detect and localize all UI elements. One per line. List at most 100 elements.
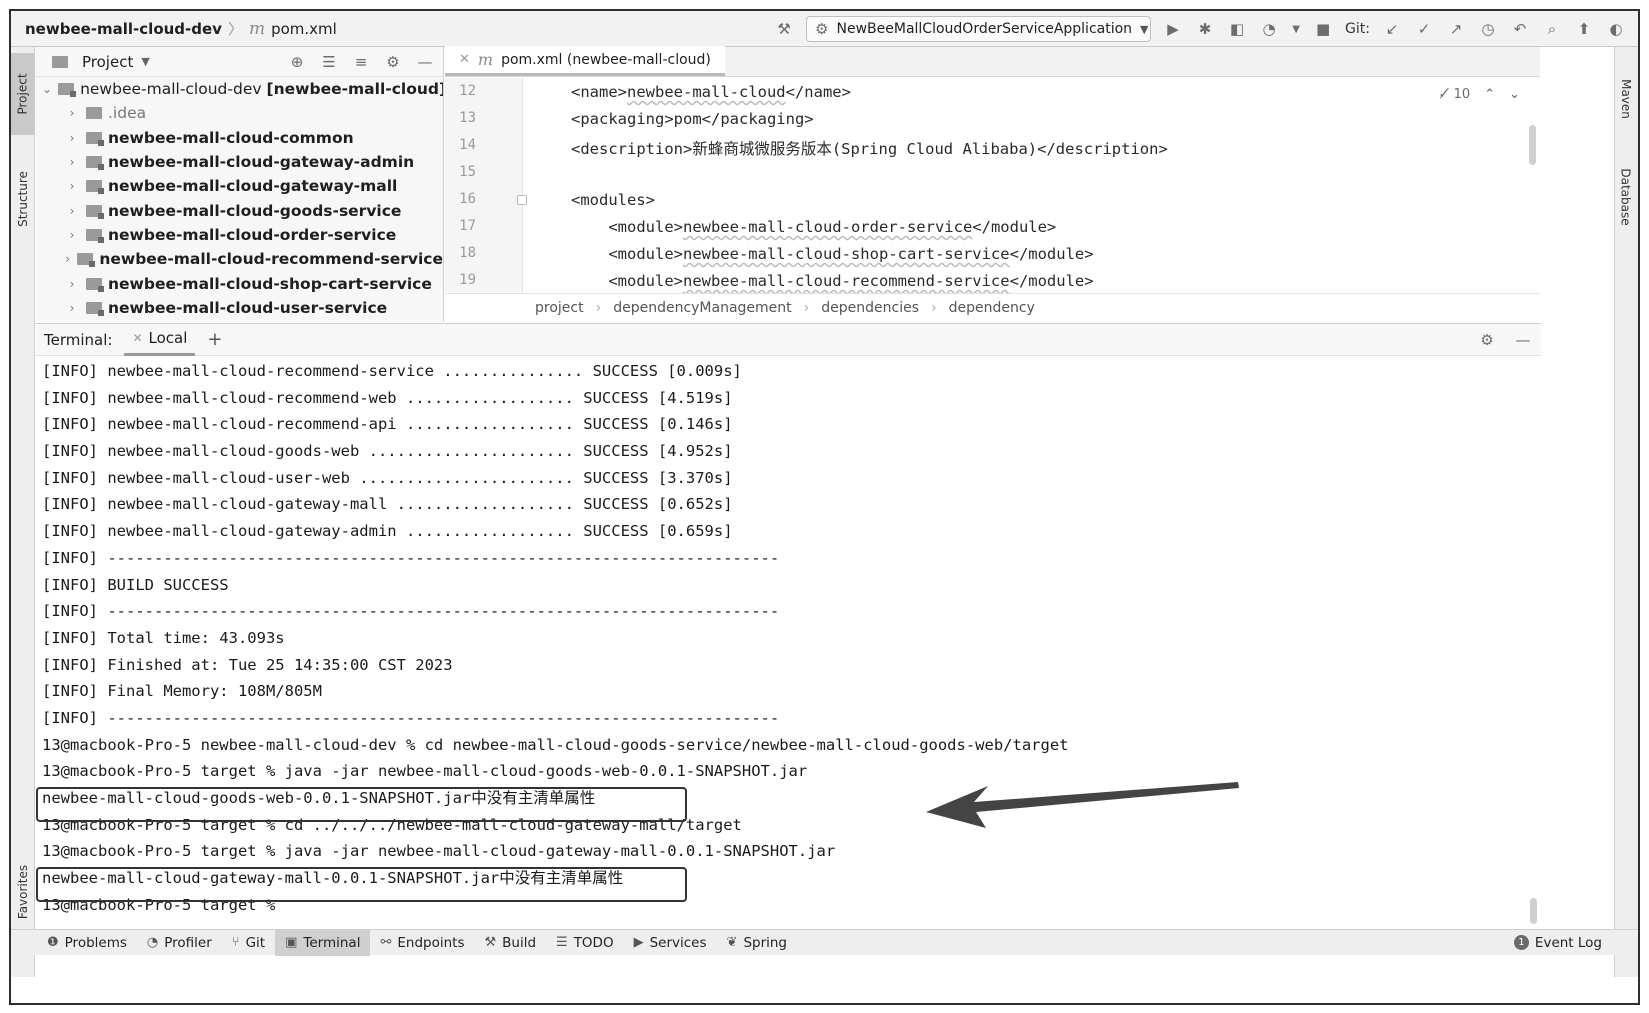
tool-problems[interactable]: ❶ Problems <box>37 930 137 956</box>
tree-root-label: newbee-mall-cloud-dev <box>80 80 262 99</box>
minimize-icon[interactable]: — <box>415 52 435 72</box>
breadcrumb-project[interactable]: newbee-mall-cloud-dev <box>25 20 222 38</box>
tool-git[interactable]: ⑂ Git <box>222 930 275 956</box>
tree-item[interactable]: › newbee-mall-cloud-goods-service <box>36 198 443 222</box>
tool-todo[interactable]: ☰ TODO <box>546 930 624 956</box>
profile-icon[interactable]: ◔ <box>1259 19 1279 39</box>
code-line: <modules> <box>571 191 655 209</box>
tool-profiler[interactable]: ◔ Profiler <box>137 930 222 956</box>
chevron-right-icon[interactable]: › <box>64 106 80 120</box>
project-panel: Project ▼ ⊕ ☰ ≡ ⚙ — ⌄ newbee-mall-cloud-… <box>36 47 444 322</box>
editor-breadcrumbs: project › dependencyManagement › depende… <box>445 293 1540 321</box>
tree-root[interactable]: ⌄ newbee-mall-cloud-dev [newbee-mall-clo… <box>36 77 443 101</box>
tool-window-structure[interactable]: Structure <box>11 149 35 249</box>
tool-terminal[interactable]: ▣ Terminal <box>275 929 371 956</box>
code-line: <packaging>pom</packaging> <box>571 110 814 128</box>
tree-item[interactable]: › newbee-mall-cloud-common <box>36 126 443 150</box>
collapse-all-icon[interactable]: ≡ <box>351 52 371 72</box>
tool-window-database[interactable]: Database <box>1614 147 1638 247</box>
gear-icon[interactable]: ⚙ <box>383 52 403 72</box>
chevron-right-icon[interactable]: › <box>64 228 80 242</box>
chevron-down-icon[interactable]: ▼ <box>141 55 149 68</box>
git-rollback-icon[interactable]: ↶ <box>1510 19 1530 39</box>
build-hammer-icon[interactable]: ⚒ <box>774 19 794 39</box>
project-panel-title[interactable]: Project <box>82 53 133 71</box>
tree-item[interactable]: › newbee-mall-cloud-shop-cart-service <box>36 271 443 295</box>
breadcrumb-file[interactable]: pom.xml <box>271 20 337 38</box>
close-icon[interactable]: ✕ <box>132 331 142 345</box>
git-update-icon[interactable]: ↙ <box>1382 19 1402 39</box>
ide-logo-icon[interactable]: ◐ <box>1606 19 1626 39</box>
tree-item-idea[interactable]: › .idea <box>36 101 443 125</box>
tool-services[interactable]: ▶ Services <box>624 930 717 956</box>
tool-event-log[interactable]: 1 Event Log <box>1504 930 1612 956</box>
search-icon[interactable]: ⌕ <box>1542 19 1562 39</box>
terminal-output[interactable]: [INFO] newbee-mall-cloud-recommend-servi… <box>42 358 1541 918</box>
tree-item[interactable]: › newbee-mall-cloud-user-service <box>36 296 443 320</box>
locate-icon[interactable]: ⊕ <box>287 52 307 72</box>
stop-icon[interactable]: ■ <box>1313 19 1333 39</box>
chevron-up-icon[interactable]: ⌃ <box>1484 87 1495 102</box>
tool-build[interactable]: ⚒ Build <box>474 930 546 956</box>
inspection-widget[interactable]: ✓̸ 10 ⌃ ⌄ <box>1439 87 1520 102</box>
run-configuration-select[interactable]: ⚙ NewBeeMallCloudOrderServiceApplication… <box>806 16 1152 42</box>
minimize-icon[interactable]: — <box>1513 330 1533 350</box>
highlight-box <box>36 787 687 822</box>
chevron-right-icon[interactable]: › <box>64 131 80 145</box>
tool-window-project[interactable]: Project <box>11 53 35 135</box>
code-tag: <module> <box>571 245 683 263</box>
fold-icon[interactable] <box>517 195 527 205</box>
code-tag: <name> <box>571 83 627 101</box>
editor-tab-pom[interactable]: ✕ m pom.xml (newbee-mall-cloud) <box>445 46 725 76</box>
breadcrumb: newbee-mall-cloud-dev 〉 m pom.xml <box>11 18 337 39</box>
left-tool-strip: Project Structure Favorites <box>11 47 35 977</box>
chevron-right-icon[interactable]: › <box>64 204 80 218</box>
editor-scrollbar[interactable] <box>1529 125 1536 165</box>
add-icon[interactable]: + <box>207 329 222 350</box>
terminal-tab-local[interactable]: ✕ Local <box>124 324 196 356</box>
tool-label: Build <box>502 934 537 951</box>
tool-spring[interactable]: ❦ Spring <box>717 930 797 956</box>
breadcrumb-item[interactable]: dependencyManagement <box>613 300 791 316</box>
app-config-icon: ⚙ <box>815 20 829 38</box>
tool-endpoints[interactable]: ⚯ Endpoints <box>370 930 474 956</box>
tool-window-favorites[interactable]: Favorites <box>11 842 35 942</box>
tool-window-maven[interactable]: Maven <box>1614 59 1638 139</box>
chevron-down-icon[interactable]: ⌄ <box>42 82 52 96</box>
chevron-right-icon[interactable]: › <box>64 301 80 315</box>
tree-item[interactable]: › newbee-mall-cloud-gateway-mall <box>36 174 443 198</box>
editor-tab-label: pom.xml (newbee-mall-cloud) <box>501 51 711 68</box>
code-tag: <packaging> <box>571 110 674 128</box>
git-commit-icon[interactable]: ✓ <box>1414 19 1434 39</box>
tree-item[interactable]: › newbee-mall-cloud-gateway-admin <box>36 150 443 174</box>
chevron-down-icon[interactable]: ⌄ <box>1509 87 1520 102</box>
chevron-right-icon[interactable]: › <box>64 179 80 193</box>
close-icon[interactable]: ✕ <box>459 52 470 67</box>
maven-file-icon: m <box>477 50 494 69</box>
chevron-right-icon[interactable]: › <box>64 155 80 169</box>
breadcrumb-item[interactable]: dependencies <box>821 300 919 316</box>
inspection-count: 10 <box>1453 87 1471 102</box>
folder-icon <box>86 107 102 120</box>
coverage-icon[interactable]: ◧ <box>1227 19 1247 39</box>
tree-item[interactable]: › newbee-mall-cloud-recommend-service <box>36 247 443 271</box>
run-icon[interactable]: ▶ <box>1163 19 1183 39</box>
debug-icon[interactable]: ✱ <box>1195 19 1215 39</box>
module-folder-icon <box>86 156 104 171</box>
module-folder-icon <box>86 204 104 219</box>
tool-label: Profiler <box>164 934 212 951</box>
breadcrumb-item[interactable]: project <box>535 300 584 316</box>
more-run-options-icon[interactable]: ▼ <box>1291 19 1301 39</box>
chevron-right-icon[interactable]: › <box>64 252 71 266</box>
update-icon[interactable]: ⬆ <box>1574 19 1594 39</box>
code-value: pom <box>673 110 702 128</box>
chevron-right-icon[interactable]: › <box>64 277 80 291</box>
git-history-icon[interactable]: ◷ <box>1478 19 1498 39</box>
expand-all-icon[interactable]: ☰ <box>319 52 339 72</box>
terminal-scrollbar[interactable] <box>1530 898 1537 924</box>
breadcrumb-item[interactable]: dependency <box>949 300 1035 316</box>
gear-icon[interactable]: ⚙ <box>1477 330 1497 350</box>
line-number: 12 <box>459 83 476 99</box>
git-push-icon[interactable]: ↗ <box>1446 19 1466 39</box>
tree-item[interactable]: › newbee-mall-cloud-order-service <box>36 223 443 247</box>
